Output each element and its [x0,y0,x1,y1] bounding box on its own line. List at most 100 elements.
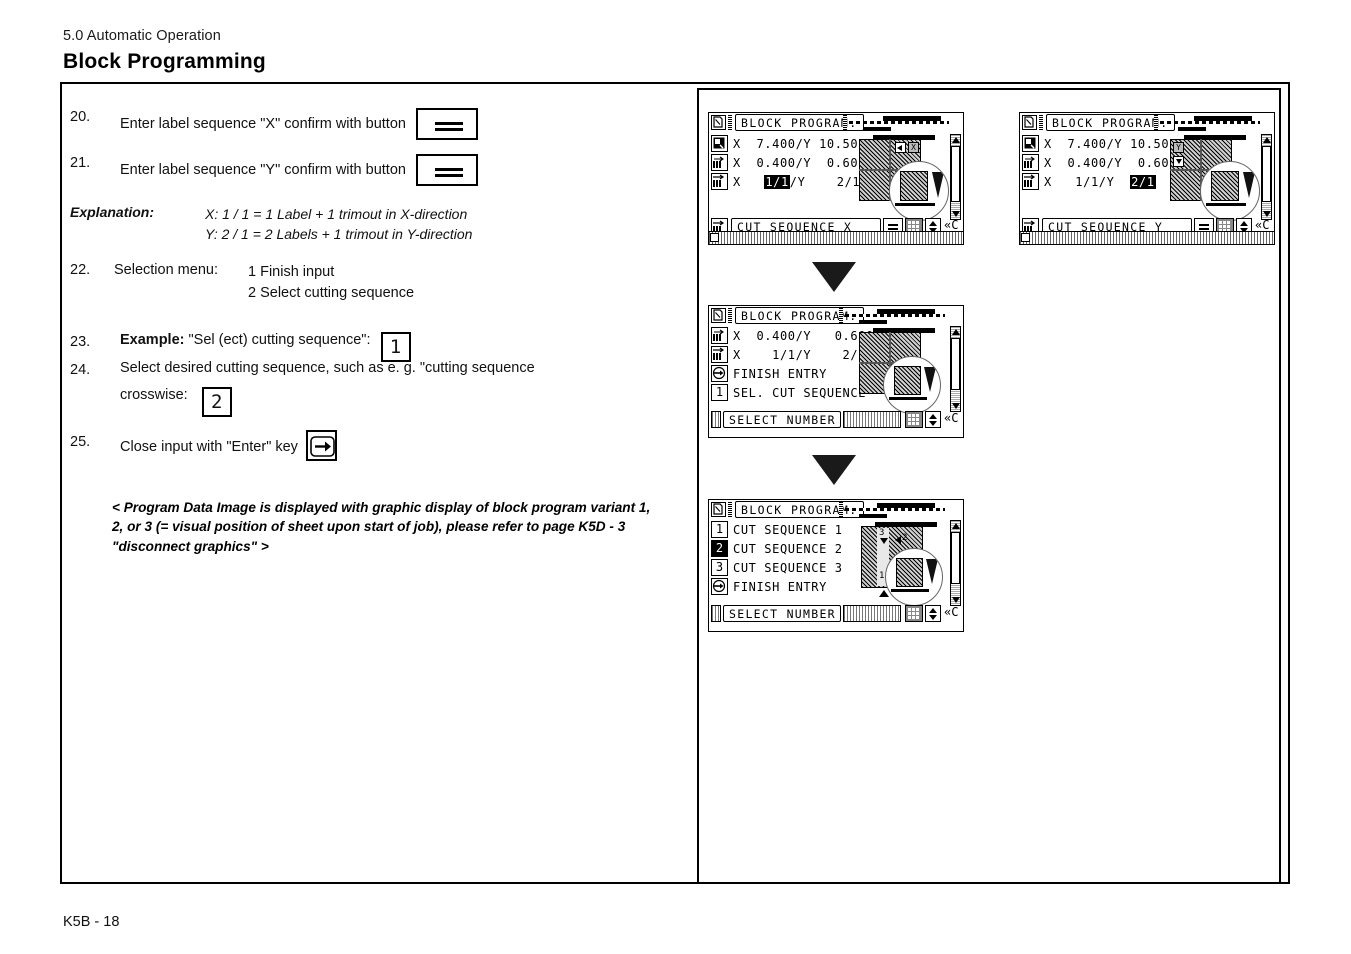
screen-statusbar: SELECT NUMBER «C [709,410,963,430]
screen-titlebar: BLOCK PROGRAM. [709,306,963,325]
step-23-text: "Sel (ect) cutting sequence": [188,332,371,348]
status-field: SELECT NUMBER [723,605,841,622]
vertical-scrollbar[interactable] [1261,134,1272,220]
titlebar-grip [839,502,843,517]
program-icon [711,502,726,517]
titlebar-grip [1039,115,1043,130]
titlebar-grip [728,502,732,517]
step-25-text: Close input with "Enter" key [120,439,298,455]
highlighted-value: 1/1 [764,175,790,189]
backgauge-bar [863,127,891,131]
screen-cut-sequence-x[interactable]: BLOCK PROGRAM. X 7.400/Y 10.500 X 0.400/… [708,112,964,245]
menu-item-cut-sequence-3[interactable]: CUT SEQUENCE 3 [733,561,843,575]
menu-item-select-cut-sequence[interactable]: SEL. CUT SEQUENCE [733,386,866,400]
row-icon-column: 1 2 3 [711,521,728,597]
ruler-dashes [845,508,945,511]
program-icon [711,115,726,130]
key-3-icon[interactable]: 3 [711,559,728,576]
screen-footer-hatch [1020,231,1274,244]
step-24-line-1: Select desired cutting sequence, such as… [120,360,535,376]
number-key-2-icon[interactable]: 2 [201,387,232,417]
ruler-dashes [1160,121,1260,124]
step-24: 24. Select desired cutting sequence, suc… [70,360,670,417]
screen-cut-sequence-y[interactable]: BLOCK PROGRAM. X 7.400/Y 10.500 X 0.400/… [1019,112,1275,245]
screen-select-cut-sequence[interactable]: BLOCK PROGRAM. 1 2 3 CUT SEQUENCE 1 CUT … [708,499,964,632]
equals-key-icon[interactable] [415,154,478,186]
menu-item-cut-sequence-1[interactable]: CUT SEQUENCE 1 [733,523,843,537]
label-size-icon [1022,154,1039,171]
magnifier-icon [889,161,949,221]
note-paragraph: < Program Data Image is displayed with g… [112,500,651,554]
backgauge-bar [877,503,935,508]
keypad-icon[interactable] [905,411,923,428]
cut-sequence-icon [711,173,728,190]
axis-marker-y: Y [1173,142,1184,153]
screen-titlebar: BLOCK PROGRAM. [709,113,963,132]
page-header: 5.0 Automatic Operation Block Programmin… [63,28,266,74]
data-row-label-size: X 0.400/Y 0.600 [1044,156,1178,170]
titlebar-grip [839,308,843,323]
key-2-icon-selected[interactable]: 2 [711,540,728,557]
flow-arrow-down-icon [812,455,856,485]
cut-sequence-icon [1022,173,1039,190]
titlebar-grip [843,115,847,130]
step-text: Enter label sequence "X" confirm with bu… [120,115,406,132]
backgauge-bar [883,116,941,121]
sequence-label-2: 2 [902,533,908,543]
vertical-scrollbar[interactable] [950,326,961,412]
screen-select-number-entry[interactable]: BLOCK PROGRAM. 1 X 0.400/Y 0.600 X 1/1/Y… [708,305,964,438]
magnifier-icon [885,548,943,606]
clear-icon[interactable]: «C [944,605,961,622]
sequence-arrow-left [895,536,901,544]
feed-arrow-up [879,590,889,597]
step-number: 21. [70,155,91,171]
sequence-label-3: 3 [879,528,885,538]
program-icon [711,308,726,323]
label-size-icon [711,327,728,344]
page-footer: K5B - 18 [63,914,120,930]
row-icon-column: 1 [711,327,728,403]
key-1-icon[interactable]: 1 [711,521,728,538]
step-21: 21. Enter label sequence "Y" confirm wit… [70,154,670,198]
status-field: SELECT NUMBER [723,411,841,428]
up-down-arrows-icon[interactable] [925,605,941,622]
sequence-arrow-down [880,538,888,544]
section-label: 5.0 Automatic Operation [63,28,221,44]
menu-item-finish-entry[interactable]: FINISH ENTRY [733,580,827,594]
data-row-cut-sequence: X 1/1/Y 2/1 [733,348,867,362]
step-number: 24. [70,362,91,378]
up-down-arrows-icon[interactable] [925,411,941,428]
row-icon-column [711,135,728,192]
page-title: Block Programming [63,50,266,73]
sheet-format-icon [1022,135,1039,152]
backgauge-bar [859,514,887,518]
keypad-icon[interactable] [905,605,923,622]
data-row-label-size: X 0.400/Y 0.600 [733,156,867,170]
menu-item-finish-entry[interactable]: FINISH ENTRY [733,367,827,381]
screen-footer-hatch [709,231,963,244]
selection-menu-label: Selection menu: [114,262,218,278]
step-25: 25. Close input with "Enter" key [70,430,337,461]
clear-icon[interactable]: «C [944,411,961,428]
selection-menu-block: 22. Selection menu: 1 Finish input 2 Sel… [70,262,414,304]
enter-icon[interactable] [711,578,728,595]
axis-marker-x: X [908,142,919,153]
equals-key-icon[interactable] [415,108,478,140]
titlebar-grip [1154,115,1158,130]
step-24-line-2: crosswise: [120,387,188,403]
menu-item-cut-sequence-2[interactable]: CUT SEQUENCE 2 [733,542,843,556]
step-number: 22. [70,262,91,278]
enter-key-icon[interactable] [305,430,337,461]
vertical-scrollbar[interactable] [950,520,961,606]
step-23: 23. Example: "Sel (ect) cutting sequence… [70,332,411,362]
titlebar-grip [728,308,732,323]
step-text: Enter label sequence "Y" confirm with bu… [120,161,406,178]
explanation-line-x: X: 1 / 1 = 1 Label + 1 trimout in X-dire… [205,206,468,222]
status-fill [843,411,901,428]
selection-option-1: 1 Finish input [248,264,335,280]
instruction-list: 20. Enter label sequence "X" confirm wit… [70,108,670,198]
vertical-scrollbar[interactable] [950,134,961,220]
data-row-cut-sequence: X 1/1/Y 2/1 [1044,175,1156,189]
screen-titlebar: BLOCK PROGRAM. [1020,113,1274,132]
number-key-1-icon[interactable]: 1 [380,332,411,362]
